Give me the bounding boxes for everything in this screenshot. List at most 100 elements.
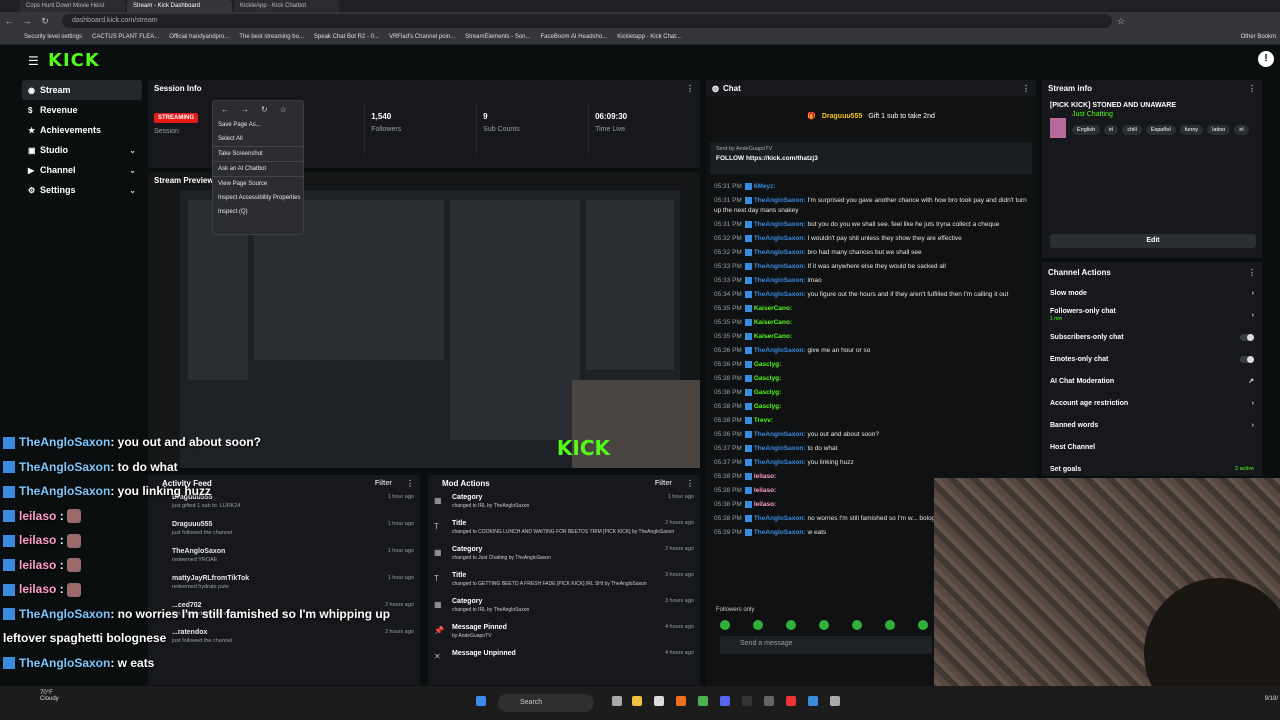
hamburger-menu-icon[interactable]: ☰ xyxy=(28,54,39,68)
file-explorer-icon[interactable] xyxy=(632,696,642,706)
chat-username[interactable]: TheAngloSaxon: xyxy=(754,221,806,228)
chat-username[interactable]: leilaso: xyxy=(754,473,776,480)
windows-start-icon[interactable] xyxy=(476,696,486,706)
emote-icon[interactable] xyxy=(786,620,796,630)
emote-icon[interactable] xyxy=(720,620,730,630)
menu-item-view-source[interactable]: View Page Source xyxy=(213,176,303,191)
subscribers-only-toggle[interactable] xyxy=(1240,333,1254,341)
bookmark-item[interactable]: Security level settings xyxy=(24,34,82,40)
emote-icon[interactable] xyxy=(885,620,895,630)
chat-username[interactable]: TheAngloSaxon: xyxy=(754,515,806,522)
chat-username[interactable]: TheAngloSaxon: xyxy=(754,445,806,452)
app-icon[interactable] xyxy=(830,696,840,706)
bookmark-item[interactable]: StreamElements - Son... xyxy=(465,34,530,40)
chat-username[interactable]: Trevv: xyxy=(754,417,773,424)
sidebar-item-settings[interactable]: ⚙ Settings ⌄ xyxy=(22,180,142,200)
chat-username[interactable]: Gasclyg: xyxy=(754,375,781,382)
sidebar-item-achievements[interactable]: ★ Achievements xyxy=(22,120,142,140)
taskbar-search[interactable]: Search xyxy=(498,694,594,712)
url-input[interactable]: dashboard.kick.com/stream xyxy=(62,14,1112,28)
chat-username[interactable]: TheAngloSaxon: xyxy=(754,529,806,536)
menu-item-ai-chatbot[interactable]: Ask an AI Chatbot xyxy=(213,161,303,176)
pinned-text[interactable]: FOLLOW https://kick.com/thatzj3 xyxy=(716,155,1026,162)
stream-category[interactable]: Just Chatting xyxy=(1072,111,1262,118)
menu-item-inspect[interactable]: Inspect (Q) xyxy=(213,205,303,219)
sidebar-item-revenue[interactable]: $ Revenue xyxy=(22,100,142,120)
sidebar-item-studio[interactable]: ▣ Studio ⌄ xyxy=(22,140,142,160)
chat-username[interactable]: TheAngloSaxon: xyxy=(754,197,806,204)
bookmark-item[interactable]: CACTUS PLANT FLEA... xyxy=(92,34,159,40)
bookmark-item[interactable]: Kickletapp - Kick Chat... xyxy=(617,34,681,40)
store-icon[interactable] xyxy=(654,696,664,706)
chat-username[interactable]: Gasclyg: xyxy=(754,361,781,368)
info-icon[interactable]: ! xyxy=(1258,51,1274,67)
host-channel-row[interactable]: Host Channel xyxy=(1042,436,1262,458)
back-icon[interactable]: ← xyxy=(0,16,18,26)
bookmark-star-icon[interactable]: ☆ xyxy=(280,105,287,114)
browser-tab[interactable]: Cops Hunt Down Movie Heist xyxy=(20,0,125,12)
app-icon[interactable] xyxy=(764,696,774,706)
edit-button[interactable]: Edit xyxy=(1050,234,1256,248)
more-icon[interactable]: ⋮ xyxy=(1022,84,1030,93)
ai-moderation-row[interactable]: AI Chat Moderation ↗ xyxy=(1042,370,1262,392)
bookmark-item[interactable]: VRFlad's Channel poin... xyxy=(389,34,455,40)
chat-username[interactable]: TheAngloSaxon: xyxy=(754,431,806,438)
gift-banner[interactable]: 🎁 Draguuu555 Gift 1 sub to take 2nd xyxy=(706,96,1036,136)
followers-only-row[interactable]: Followers-only chat 1 min › xyxy=(1042,304,1262,326)
chat-username[interactable]: leilaso: xyxy=(754,487,776,494)
more-icon[interactable]: ⋮ xyxy=(686,84,694,93)
menu-item-screenshot[interactable]: Take Screenshot xyxy=(213,146,303,161)
chat-username[interactable]: TheAngloSaxon: xyxy=(754,277,806,284)
bookmark-item[interactable]: Official handyandpro... xyxy=(169,34,229,40)
chat-username[interactable]: KaiserCano: xyxy=(754,319,792,326)
chat-username[interactable]: TheAngloSaxon: xyxy=(754,347,806,354)
app-icon[interactable] xyxy=(808,696,818,706)
bookmark-item[interactable]: Other Bookm xyxy=(1241,34,1276,40)
reload-icon[interactable]: ↻ xyxy=(36,16,54,27)
chat-username[interactable]: 6Meyz: xyxy=(754,183,776,190)
filter-button[interactable]: Filter xyxy=(655,480,672,487)
bookmark-item[interactable]: The best streaming bo... xyxy=(239,34,304,40)
app-icon[interactable] xyxy=(742,696,752,706)
app-icon[interactable] xyxy=(786,696,796,706)
emote-icon[interactable] xyxy=(918,620,928,630)
emote-icon[interactable] xyxy=(819,620,829,630)
chat-username[interactable]: TheAngloSaxon: xyxy=(754,235,806,242)
emote-icon[interactable] xyxy=(753,620,763,630)
chat-message-input[interactable]: Send a message xyxy=(720,636,932,654)
chat-username[interactable]: TheAngloSaxon: xyxy=(754,249,806,256)
browser-tab[interactable]: KickleApp - Kick Chatbot xyxy=(234,0,339,12)
bookmark-star-icon[interactable]: ☆ xyxy=(1112,16,1130,27)
chat-username[interactable]: leilaso: xyxy=(754,501,776,508)
chat-username[interactable]: KaiserCano: xyxy=(754,333,792,340)
chat-username[interactable]: Gasclyg: xyxy=(754,403,781,410)
more-icon[interactable]: ⋮ xyxy=(686,479,694,488)
sidebar-item-stream[interactable]: ◉ Stream xyxy=(22,80,142,100)
emote-icon[interactable] xyxy=(852,620,862,630)
more-icon[interactable]: ⋮ xyxy=(1248,84,1256,93)
back-icon[interactable]: ← xyxy=(221,105,229,114)
reload-icon[interactable]: ↻ xyxy=(261,105,268,114)
menu-item-accessibility[interactable]: Inspect Accessibility Properties xyxy=(213,191,303,205)
chat-username[interactable]: TheAngloSaxon: xyxy=(754,291,806,298)
browser-tab-active[interactable]: Stream - Kick Dashboard xyxy=(127,0,232,12)
menu-item-select-all[interactable]: Select All xyxy=(213,132,303,146)
set-goals-row[interactable]: Set goals 2 active xyxy=(1042,458,1262,480)
account-age-row[interactable]: Account age restriction › xyxy=(1042,392,1262,414)
weather-widget[interactable]: 70°F Cloudy xyxy=(40,690,59,702)
chrome-icon[interactable] xyxy=(698,696,708,706)
chat-username[interactable]: Gasclyg: xyxy=(754,389,781,396)
forward-icon[interactable]: → xyxy=(241,105,249,114)
bookmark-item[interactable]: FaceBoom AI Headsho... xyxy=(541,34,608,40)
task-view-icon[interactable] xyxy=(612,696,622,706)
more-icon[interactable]: ⋮ xyxy=(1248,268,1256,277)
kick-logo[interactable]: KICK xyxy=(48,50,100,71)
discord-icon[interactable] xyxy=(720,696,730,706)
firefox-icon[interactable] xyxy=(676,696,686,706)
chat-username[interactable]: KaiserCano: xyxy=(754,305,792,312)
menu-item-save-page[interactable]: Save Page As... xyxy=(213,118,303,132)
sidebar-item-channel[interactable]: ▶ Channel ⌄ xyxy=(22,160,142,180)
chat-username[interactable]: TheAngloSaxon: xyxy=(754,459,806,466)
forward-icon[interactable]: → xyxy=(18,16,36,26)
banned-words-row[interactable]: Banned words › xyxy=(1042,414,1262,436)
